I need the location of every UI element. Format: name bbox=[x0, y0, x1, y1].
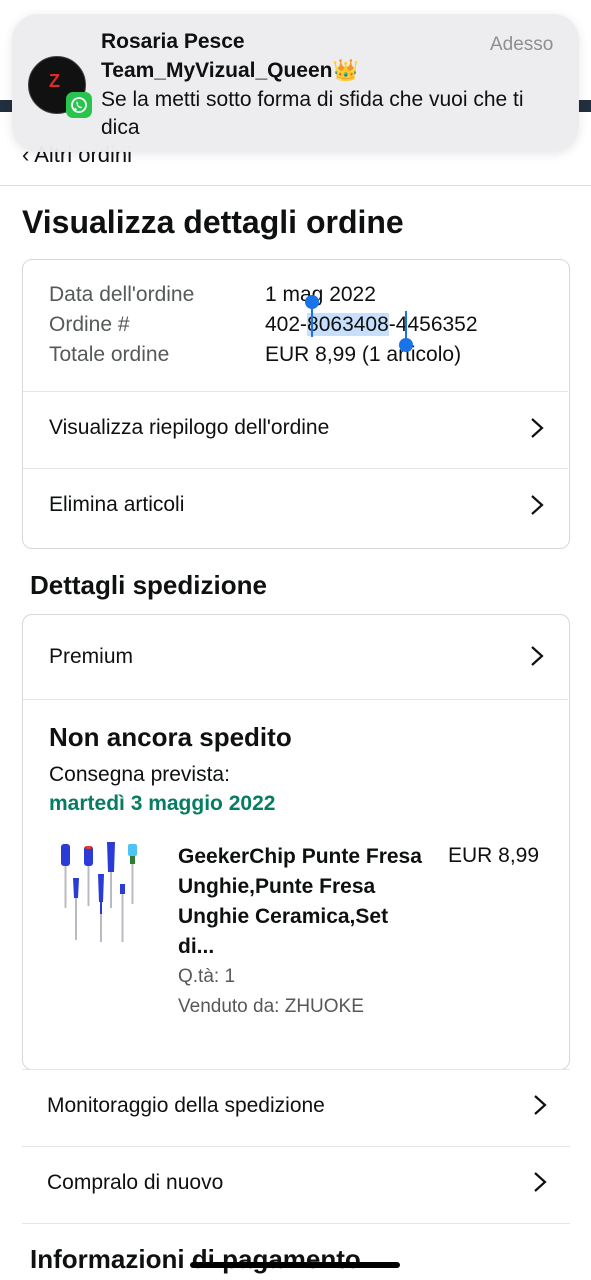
product-price: EUR 8,99 bbox=[448, 844, 540, 867]
notification-sender: Rosaria Pesce bbox=[101, 30, 245, 53]
order-number-prefix: 402- bbox=[265, 313, 308, 336]
home-indicator[interactable] bbox=[190, 1262, 400, 1268]
shipment-section-title: Dettagli spedizione bbox=[30, 570, 267, 600]
order-number-label: Ordine # bbox=[49, 313, 130, 336]
delete-items-label: Elimina articoli bbox=[49, 493, 185, 516]
selection-end-caret bbox=[405, 311, 407, 341]
delivery-label: Consegna prevista: bbox=[49, 763, 230, 786]
order-total-label: Totale ordine bbox=[49, 343, 170, 366]
divider bbox=[0, 185, 591, 186]
divider bbox=[23, 699, 568, 700]
order-total-value: EUR 8,99 (1 articolo) bbox=[265, 343, 462, 366]
shipping-method-row[interactable]: Premium bbox=[23, 615, 568, 699]
order-date-label: Data dell'ordine bbox=[49, 283, 195, 306]
order-number-value[interactable]: 402-8063408-4456352 bbox=[265, 313, 478, 337]
notification-time: Adesso bbox=[490, 34, 554, 55]
product-title-link[interactable]: GeekerChip Punte Fresa Unghie,Punte Fres… bbox=[178, 842, 428, 962]
buy-again-link[interactable]: Compralo di nuovo bbox=[22, 1147, 570, 1223]
shipping-method-label: Premium bbox=[49, 645, 134, 668]
order-date-value: 1 mag 2022 bbox=[265, 283, 376, 306]
delete-items-link[interactable]: Elimina articoli bbox=[23, 469, 568, 545]
selection-end-handle[interactable] bbox=[399, 338, 413, 352]
chevron-right-icon bbox=[531, 418, 544, 438]
buy-again-label: Compralo di nuovo bbox=[47, 1171, 224, 1194]
notification-message: Se la metti sotto forma di sfida che vuo… bbox=[101, 88, 524, 139]
delivery-date: martedì 3 maggio 2022 bbox=[49, 792, 276, 815]
view-order-summary-label: Visualizza riepilogo dell'ordine bbox=[49, 416, 330, 439]
payment-section-title: Informazioni di pagamento bbox=[30, 1244, 361, 1274]
shipment-status: Non ancora spedito bbox=[49, 722, 292, 752]
notification-group: Team_MyVizual_Queen👑 bbox=[101, 59, 359, 82]
product-seller: Venduto da: ZHUOKE bbox=[178, 996, 364, 1017]
product-quantity: Q.tà: 1 bbox=[178, 966, 236, 987]
track-shipment-link[interactable]: Monitoraggio della spedizione bbox=[22, 1070, 570, 1146]
order-number-suffix: -4456352 bbox=[388, 313, 478, 336]
page-title: Visualizza dettagli ordine bbox=[22, 204, 404, 240]
chevron-right-icon bbox=[534, 1172, 547, 1192]
divider bbox=[22, 1223, 570, 1224]
chevron-right-icon bbox=[531, 646, 544, 666]
product-image[interactable] bbox=[52, 840, 152, 950]
nav-bar-edge bbox=[578, 100, 591, 112]
text-selection[interactable]: 8063408 bbox=[307, 313, 389, 336]
chevron-right-icon bbox=[531, 495, 544, 515]
selection-start-caret bbox=[311, 305, 313, 337]
view-order-summary-link[interactable]: Visualizza riepilogo dell'ordine bbox=[23, 392, 568, 468]
chevron-right-icon bbox=[534, 1095, 547, 1115]
track-shipment-label: Monitoraggio della spedizione bbox=[47, 1094, 325, 1117]
whatsapp-icon bbox=[66, 92, 92, 118]
nav-bar-edge bbox=[0, 100, 12, 112]
